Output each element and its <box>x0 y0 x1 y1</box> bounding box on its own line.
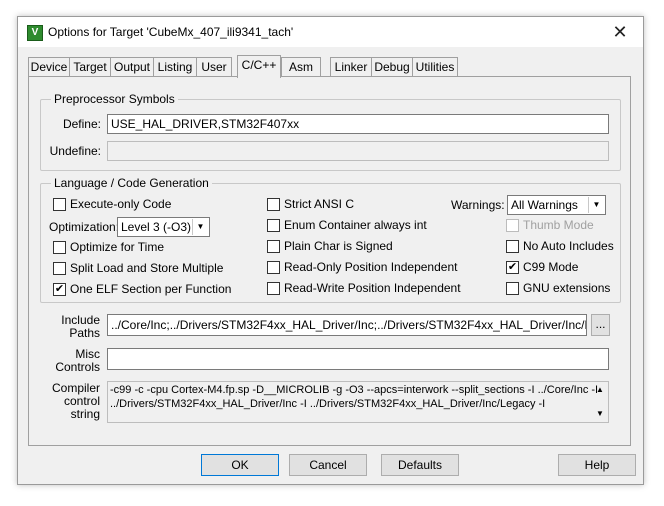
misc-label-line2: Controls <box>55 360 100 374</box>
execute-only-checkbox[interactable] <box>53 198 66 211</box>
no-auto-includes-label: No Auto Includes <box>523 239 614 253</box>
codegen-group: Language / Code Generation Execute-only … <box>40 176 621 303</box>
check-icon: ✔ <box>54 283 65 295</box>
split-load-checkbox[interactable] <box>53 262 66 275</box>
include-browse-button[interactable]: ... <box>591 314 610 336</box>
no-auto-includes-checkbox[interactable] <box>506 240 519 253</box>
optimization-select[interactable]: Level 3 (-O3) ▼ <box>117 217 210 237</box>
define-input[interactable]: USE_HAL_DRIVER,STM32F407xx <box>107 114 609 134</box>
misc-controls-label: Misc Controls <box>29 348 100 374</box>
tab-target[interactable]: Target <box>69 57 111 76</box>
optimization-label: Optimization: <box>49 220 120 234</box>
optimization-value: Level 3 (-O3) <box>121 220 192 234</box>
split-load-label: Split Load and Store Multiple <box>70 261 224 275</box>
include-paths-label: Include Paths <box>29 314 100 340</box>
tab-utilities[interactable]: Utilities <box>412 57 458 76</box>
ro-pi-checkbox[interactable] <box>267 261 280 274</box>
defaults-button[interactable]: Defaults <box>381 454 459 476</box>
compiler-line-2: ../Drivers/STM32F4xx_HAL_Driver/Inc -I .… <box>110 398 546 410</box>
gnu-extensions-checkbox[interactable] <box>506 282 519 295</box>
title-bar[interactable]: V Options for Target 'CubeMx_407_ili9341… <box>18 17 643 47</box>
c99-mode-label: C99 Mode <box>523 260 579 274</box>
preprocessor-group-label: Preprocessor Symbols <box>51 92 178 106</box>
compiler-control-string[interactable]: -c99 -c -cpu Cortex-M4.fp.sp -D__MICROLI… <box>107 381 609 423</box>
warnings-value: All Warnings <box>511 198 578 212</box>
enum-container-label: Enum Container always int <box>284 218 427 232</box>
ok-button[interactable]: OK <box>201 454 279 476</box>
enum-container-checkbox[interactable] <box>267 219 280 232</box>
undefine-label: Undefine: <box>49 144 101 158</box>
define-label: Define: <box>62 117 101 131</box>
check-icon: ✔ <box>507 261 518 273</box>
tab-asm[interactable]: Asm <box>281 57 321 76</box>
options-dialog: V Options for Target 'CubeMx_407_ili9341… <box>17 16 644 485</box>
gnu-extensions-label: GNU extensions <box>523 281 611 295</box>
window-title: Options for Target 'CubeMx_407_ili9341_t… <box>48 25 294 39</box>
rw-pi-label: Read-Write Position Independent <box>284 281 461 295</box>
tab-device[interactable]: Device <box>28 57 70 76</box>
compiler-line-1: -c99 -c -cpu Cortex-M4.fp.sp -D__MICROLI… <box>110 384 599 396</box>
tab-listing[interactable]: Listing <box>153 57 197 76</box>
tab-output[interactable]: Output <box>110 57 154 76</box>
help-button[interactable]: Help <box>558 454 636 476</box>
cancel-button[interactable]: Cancel <box>289 454 367 476</box>
misc-controls-input[interactable] <box>107 348 609 370</box>
thumb-mode-label: Thumb Mode <box>523 218 594 232</box>
close-button[interactable]: ✕ <box>597 17 643 47</box>
plain-char-checkbox[interactable] <box>267 240 280 253</box>
scroll-down-icon[interactable]: ▼ <box>594 407 606 421</box>
include-label-line2: Paths <box>69 326 100 340</box>
close-icon: ✕ <box>612 22 628 42</box>
strict-ansi-checkbox[interactable] <box>267 198 280 211</box>
c99-mode-checkbox[interactable]: ✔ <box>506 261 519 274</box>
cpp-tab-panel: Preprocessor Symbols Define: USE_HAL_DRI… <box>28 76 631 446</box>
compiler-label-line1: Compiler <box>51 381 100 395</box>
include-label-line1: Include <box>61 313 100 327</box>
ro-pi-label: Read-Only Position Independent <box>284 260 458 274</box>
misc-label-line1: Misc <box>75 347 100 361</box>
tab-linker[interactable]: Linker <box>330 57 372 76</box>
warnings-select[interactable]: All Warnings ▼ <box>507 195 606 215</box>
one-elf-checkbox[interactable]: ✔ <box>53 283 66 296</box>
chevron-down-icon: ▼ <box>192 219 208 235</box>
tab-debug[interactable]: Debug <box>371 57 413 76</box>
one-elf-label: One ELF Section per Function <box>70 282 232 296</box>
codegen-group-label: Language / Code Generation <box>51 176 212 190</box>
thumb-mode-checkbox[interactable] <box>506 219 519 232</box>
tab-user[interactable]: User <box>196 57 232 76</box>
strict-ansi-label: Strict ANSI C <box>284 197 355 211</box>
preprocessor-group: Preprocessor Symbols Define: USE_HAL_DRI… <box>40 92 621 171</box>
compiler-label-line2: control <box>63 394 100 408</box>
keil-app-icon: V <box>27 25 43 41</box>
rw-pi-checkbox[interactable] <box>267 282 280 295</box>
scroll-up-icon[interactable]: ▲ <box>594 383 606 397</box>
tab-c-cpp[interactable]: C/C++ <box>237 55 281 78</box>
execute-only-label: Execute-only Code <box>70 197 172 211</box>
optimize-time-label: Optimize for Time <box>70 240 165 254</box>
warnings-label: Warnings: <box>451 198 505 212</box>
compiler-label-line3: string <box>70 407 100 421</box>
include-paths-input[interactable]: ../Core/Inc;../Drivers/STM32F4xx_HAL_Dri… <box>107 314 587 336</box>
optimize-time-checkbox[interactable] <box>53 241 66 254</box>
undefine-input[interactable] <box>107 141 609 161</box>
plain-char-label: Plain Char is Signed <box>284 239 393 253</box>
chevron-down-icon: ▼ <box>588 197 604 213</box>
compiler-control-label: Compiler control string <box>29 382 100 421</box>
